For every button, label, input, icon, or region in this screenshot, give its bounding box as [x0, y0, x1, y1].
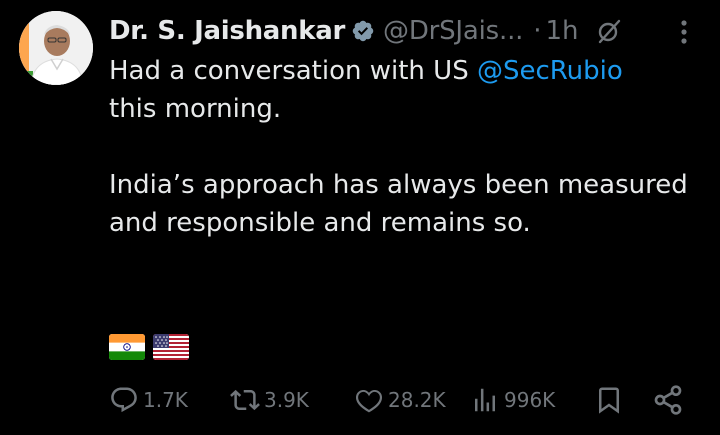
- bookmark-button[interactable]: [594, 384, 624, 416]
- india-flag-icon: [109, 334, 145, 360]
- time-separator: ·: [533, 16, 542, 46]
- heart-icon: [354, 385, 384, 415]
- more-vertical-icon[interactable]: [680, 19, 688, 45]
- tweet-line: Had a conversation with US: [109, 56, 477, 86]
- reply-icon: [109, 385, 139, 415]
- share-icon: [652, 384, 684, 416]
- mention-link[interactable]: @SecRubio: [477, 56, 623, 86]
- grok-icon[interactable]: [595, 17, 623, 45]
- action-bar: 1.7K 3.9K 28.2K 996K: [0, 384, 720, 416]
- share-button[interactable]: [652, 384, 684, 416]
- user-handle[interactable]: @DrSJais...: [383, 16, 523, 46]
- bookmark-icon: [594, 385, 624, 415]
- tweet-text: Had a conversation with US @SecRubio this…: [109, 52, 699, 242]
- reply-button[interactable]: 1.7K: [109, 384, 188, 416]
- views-icon: [470, 385, 500, 415]
- views-button[interactable]: 996K: [470, 384, 555, 416]
- display-name[interactable]: Dr. S. Jaishankar: [109, 16, 345, 46]
- like-button[interactable]: 28.2K: [354, 384, 446, 416]
- tweet-header: Dr. S. Jaishankar @DrSJais... · 1h: [109, 11, 623, 51]
- views-count: 996K: [504, 388, 556, 412]
- verified-badge-icon[interactable]: [351, 19, 375, 43]
- reply-count: 1.7K: [143, 388, 188, 412]
- tweet-paragraph: Had a conversation with US @SecRubio this…: [109, 52, 699, 128]
- avatar[interactable]: [19, 11, 93, 85]
- tweet-paragraph: India’s approach has always been measure…: [109, 170, 688, 238]
- us-flag-icon: [153, 334, 189, 360]
- timestamp[interactable]: 1h: [545, 16, 578, 46]
- emoji-row: [109, 334, 189, 360]
- repost-icon: [230, 385, 260, 415]
- repost-button[interactable]: 3.9K: [230, 384, 309, 416]
- tweet-line: this morning.: [109, 94, 282, 124]
- repost-count: 3.9K: [264, 388, 309, 412]
- like-count: 28.2K: [388, 388, 446, 412]
- profile-photo: [19, 11, 93, 85]
